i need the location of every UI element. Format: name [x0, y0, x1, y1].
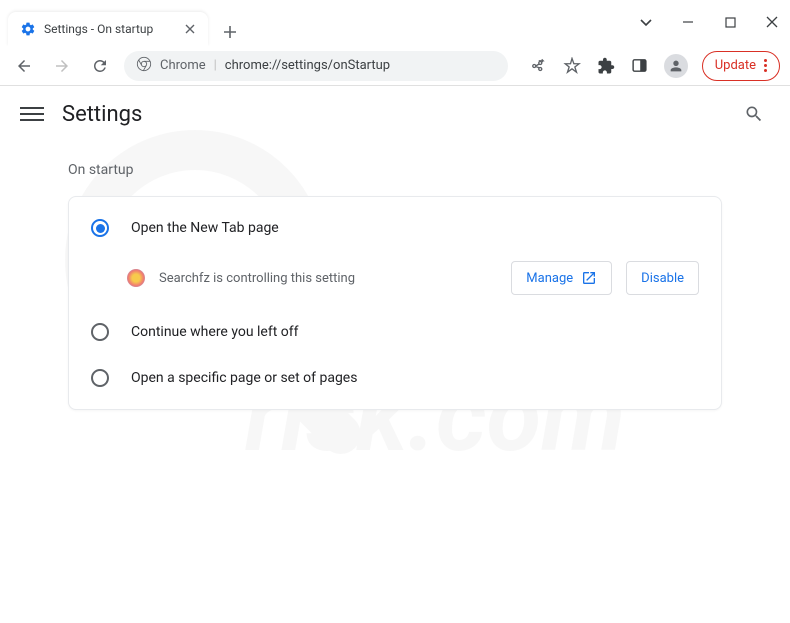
omnibox-scheme: Chrome [160, 58, 206, 73]
close-window-button[interactable] [762, 12, 782, 32]
omnibox-url: chrome://settings/onStartup [225, 58, 390, 73]
sidepanel-icon[interactable] [630, 56, 650, 76]
option-label: Open the New Tab page [131, 220, 279, 236]
chrome-logo-icon [136, 56, 152, 76]
close-tab-icon[interactable] [182, 21, 198, 37]
window-controls [636, 12, 782, 32]
disable-label: Disable [641, 271, 684, 286]
new-tab-button[interactable] [216, 18, 244, 46]
hamburger-menu-icon[interactable] [20, 102, 44, 126]
manage-label: Manage [526, 271, 573, 286]
reload-button[interactable] [86, 52, 114, 80]
disable-button[interactable]: Disable [626, 261, 699, 295]
window-titlebar: Settings - On startup [0, 0, 790, 46]
minimize-button[interactable] [678, 12, 698, 32]
extension-controlled-notice: Searchfz is controlling this setting Man… [69, 251, 721, 309]
update-button[interactable]: Update [702, 51, 780, 81]
chevron-down-icon[interactable] [636, 12, 656, 32]
option-new-tab[interactable]: Open the New Tab page [69, 205, 721, 251]
startup-options-card: Open the New Tab page Searchfz is contro… [68, 196, 722, 410]
star-icon[interactable] [562, 56, 582, 76]
extensions-icon[interactable] [596, 56, 616, 76]
page-title: Settings [62, 102, 142, 127]
radio-button[interactable] [91, 369, 109, 387]
settings-header: Settings [0, 86, 790, 142]
option-continue[interactable]: Continue where you left off [69, 309, 721, 355]
manage-button[interactable]: Manage [511, 261, 612, 295]
settings-content: On startup Open the New Tab page Searchf… [0, 142, 790, 410]
external-link-icon [581, 270, 597, 286]
gear-icon [20, 21, 36, 37]
option-label: Open a specific page or set of pages [131, 370, 357, 386]
radio-button[interactable] [91, 323, 109, 341]
share-icon[interactable] [528, 56, 548, 76]
omnibox-divider: | [214, 58, 217, 73]
toolbar-right-group: Update [528, 51, 780, 81]
menu-dots-icon [764, 59, 767, 72]
browser-toolbar: Chrome | chrome://settings/onStartup Upd… [0, 46, 790, 86]
update-label: Update [715, 58, 756, 73]
search-icon[interactable] [742, 102, 766, 126]
profile-avatar[interactable] [664, 54, 688, 78]
option-specific-pages[interactable]: Open a specific page or set of pages [69, 355, 721, 401]
radio-button[interactable] [91, 219, 109, 237]
back-button[interactable] [10, 52, 38, 80]
browser-tab[interactable]: Settings - On startup [8, 12, 208, 46]
controlled-message: Searchfz is controlling this setting [159, 271, 497, 286]
forward-button[interactable] [48, 52, 76, 80]
maximize-button[interactable] [720, 12, 740, 32]
tab-title: Settings - On startup [44, 22, 174, 36]
section-title: On startup [68, 162, 790, 178]
extension-icon [127, 269, 145, 287]
option-label: Continue where you left off [131, 324, 299, 340]
address-bar[interactable]: Chrome | chrome://settings/onStartup [124, 51, 508, 81]
